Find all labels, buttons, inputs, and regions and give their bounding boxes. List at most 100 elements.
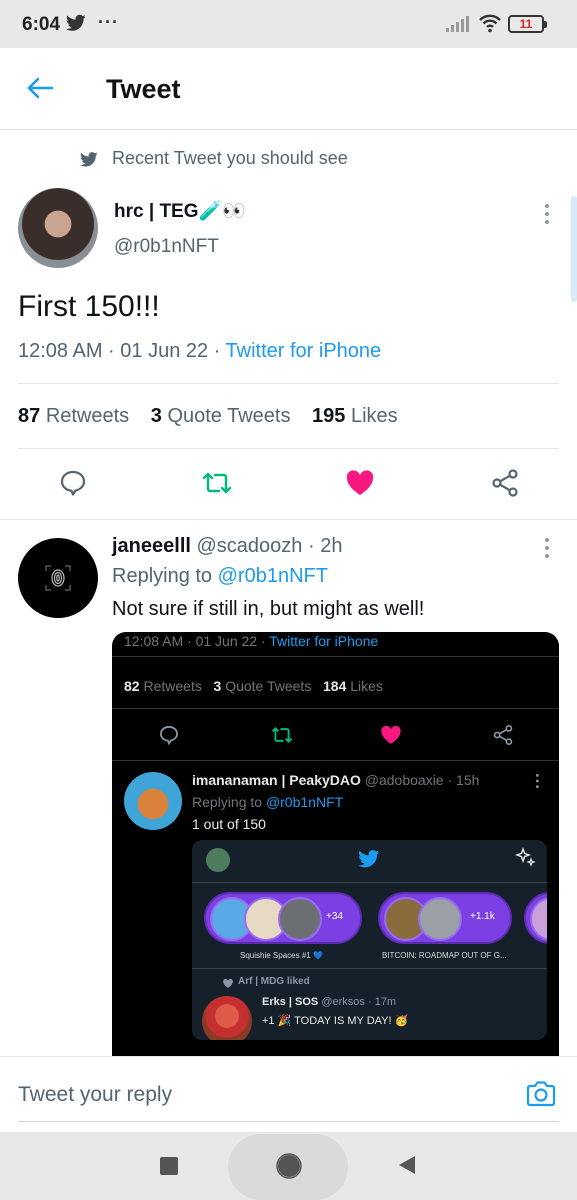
erks-header: Erks | SOS @erksos · 17m [262, 996, 396, 1008]
page-title: Tweet [106, 74, 181, 104]
replying-to-prefix: Replying to [112, 565, 218, 587]
likes-count[interactable]: 195 [312, 405, 345, 427]
retweet-icon[interactable] [201, 468, 233, 498]
retweets-label[interactable]: Retweets [46, 405, 129, 427]
screenshot-reply-name: imananaman | PeakyDAO [192, 772, 361, 788]
space-card: +34 [204, 892, 362, 944]
divider [112, 760, 559, 761]
status-time: 6:04 [22, 14, 61, 35]
space-title: Squishie Spaces #1 💙 [240, 951, 323, 960]
battery-level: 11 [519, 17, 533, 31]
share-icon [493, 725, 513, 745]
erks-avatar [202, 996, 252, 1040]
reply-author-handle[interactable]: @scadoozh [197, 535, 303, 557]
status-bar: 6:04 ··· 11 [0, 0, 577, 48]
screenshot-quotes-count: 3 [213, 678, 222, 694]
quotes-count[interactable]: 3 [151, 405, 162, 427]
nested-avatar [206, 848, 230, 872]
more-options-icon[interactable] [545, 538, 551, 562]
space-host-avatar [278, 897, 322, 941]
camera-icon[interactable] [525, 1079, 557, 1109]
input-underline [18, 1121, 559, 1122]
more-notifications-icon: ··· [98, 12, 119, 32]
more-options-icon[interactable] [545, 204, 551, 228]
app-header: Tweet [0, 48, 577, 130]
scrollbar[interactable] [571, 196, 577, 302]
twitter-bird-icon [358, 850, 380, 868]
screenshot-reply-handle: @adoboaxie [364, 772, 444, 788]
erks-name: Erks | SOS [262, 996, 319, 1008]
tweet-timestamp: 12:08 AM · 01 Jun 22 · [18, 340, 226, 362]
system-nav-bar [0, 1132, 577, 1200]
divider [192, 968, 547, 969]
divider [18, 448, 559, 449]
reply-composer[interactable]: Tweet your reply [0, 1056, 577, 1132]
screenshot-replying-to: Replying to @r0b1nNFT [192, 794, 343, 810]
divider [192, 882, 547, 883]
back-arrow-icon[interactable] [26, 76, 54, 100]
reply-author-name[interactable]: janeeelll [112, 535, 191, 557]
screenshot-source: Twitter for iPhone [269, 633, 379, 649]
space-host-avatar [418, 897, 462, 941]
divider [0, 519, 577, 520]
tweet-meta: 12:08 AM · 01 Jun 22 · Twitter for iPhon… [18, 340, 381, 363]
author-name[interactable]: hrc | TEG🧪👀 [114, 199, 246, 223]
tweet-text: First 150!!! [18, 290, 160, 323]
space-card [524, 892, 547, 944]
reply-text: Not sure if still in, but might as well! [112, 598, 425, 620]
reply-age: · 2h [302, 535, 343, 557]
retweets-count[interactable]: 87 [18, 405, 40, 427]
social-context: Arf | MDG liked [238, 976, 310, 987]
battery-indicator: 11 [508, 15, 547, 33]
retweet-icon [271, 727, 293, 743]
erks-tweet-text: +1 🎉 TODAY IS MY DAY! 🥳 [262, 1015, 409, 1027]
replying-to: Replying to @r0b1nNFT [112, 565, 328, 588]
author-handle[interactable]: @r0b1nNFT [114, 236, 219, 258]
back-triangle-icon[interactable] [398, 1155, 416, 1175]
space-title: BITCOIN: ROADMAP OUT OF G... [382, 951, 507, 960]
screenshot-reply-age: · 15h [443, 772, 480, 788]
screenshot-replying-mention: @r0b1nNFT [265, 794, 344, 810]
screenshot-reply-header: imananaman | PeakyDAO @adoboaxie · 15h [192, 772, 479, 788]
signal-icon [446, 16, 469, 32]
screenshot-likes-label: Likes [350, 678, 383, 694]
liked-heart-icon [223, 978, 233, 988]
divider [18, 383, 559, 384]
nested-screenshot: +34 +1.1k Squishie Spaces #1 💙 BITCOIN: … [192, 840, 547, 1040]
screenshot-retweets-label: Retweets [143, 678, 202, 694]
recents-square-icon[interactable] [160, 1157, 178, 1175]
attached-image[interactable]: 12:08 AM · 01 Jun 22 · Twitter for iPhon… [112, 632, 559, 1062]
quotes-label[interactable]: Quote Tweets [167, 405, 290, 427]
fingerprint-icon [45, 565, 71, 591]
screenshot-meta: 12:08 AM · 01 Jun 22 · Twitter for iPhon… [124, 633, 378, 649]
recent-tweet-label: Recent Tweet you should see [80, 148, 348, 169]
screenshot-quotes-label: Quote Tweets [225, 678, 312, 694]
more-options-icon [536, 774, 540, 791]
reply-input[interactable]: Tweet your reply [18, 1083, 172, 1107]
tweet-source[interactable]: Twitter for iPhone [226, 340, 382, 362]
author-avatar[interactable] [18, 188, 98, 268]
home-circle-icon[interactable] [276, 1153, 302, 1179]
reply-icon [160, 726, 178, 746]
likes-label[interactable]: Likes [351, 405, 398, 427]
screenshot-stats: 82 Retweets 3 Quote Tweets 184 Likes [124, 678, 383, 694]
screenshot-timestamp: 12:08 AM · 01 Jun 22 · [124, 633, 270, 649]
like-heart-icon[interactable] [345, 468, 375, 498]
erks-handle: @erksos [321, 996, 365, 1008]
reply-icon[interactable] [58, 468, 88, 498]
reply-avatar[interactable] [18, 538, 98, 618]
share-icon[interactable] [490, 468, 520, 498]
reply-header: janeeelll @scadoozh · 2h [112, 535, 342, 558]
screenshot-replying-prefix: Replying to [192, 794, 266, 810]
twitter-bird-icon [66, 14, 86, 31]
divider [112, 708, 559, 709]
screenshot-reply-text: 1 out of 150 [192, 816, 266, 832]
recent-tweet-text: Recent Tweet you should see [112, 148, 348, 168]
screenshot-retweets-count: 82 [124, 678, 140, 694]
space-card: +1.1k [378, 892, 512, 944]
wifi-icon [479, 14, 501, 33]
space-listener-count: +1.1k [470, 911, 495, 922]
replying-to-mention[interactable]: @r0b1nNFT [218, 565, 328, 587]
sparkle-icon [514, 846, 536, 867]
tweet-stats: 87 Retweets 3 Quote Tweets 195 Likes [18, 405, 398, 428]
